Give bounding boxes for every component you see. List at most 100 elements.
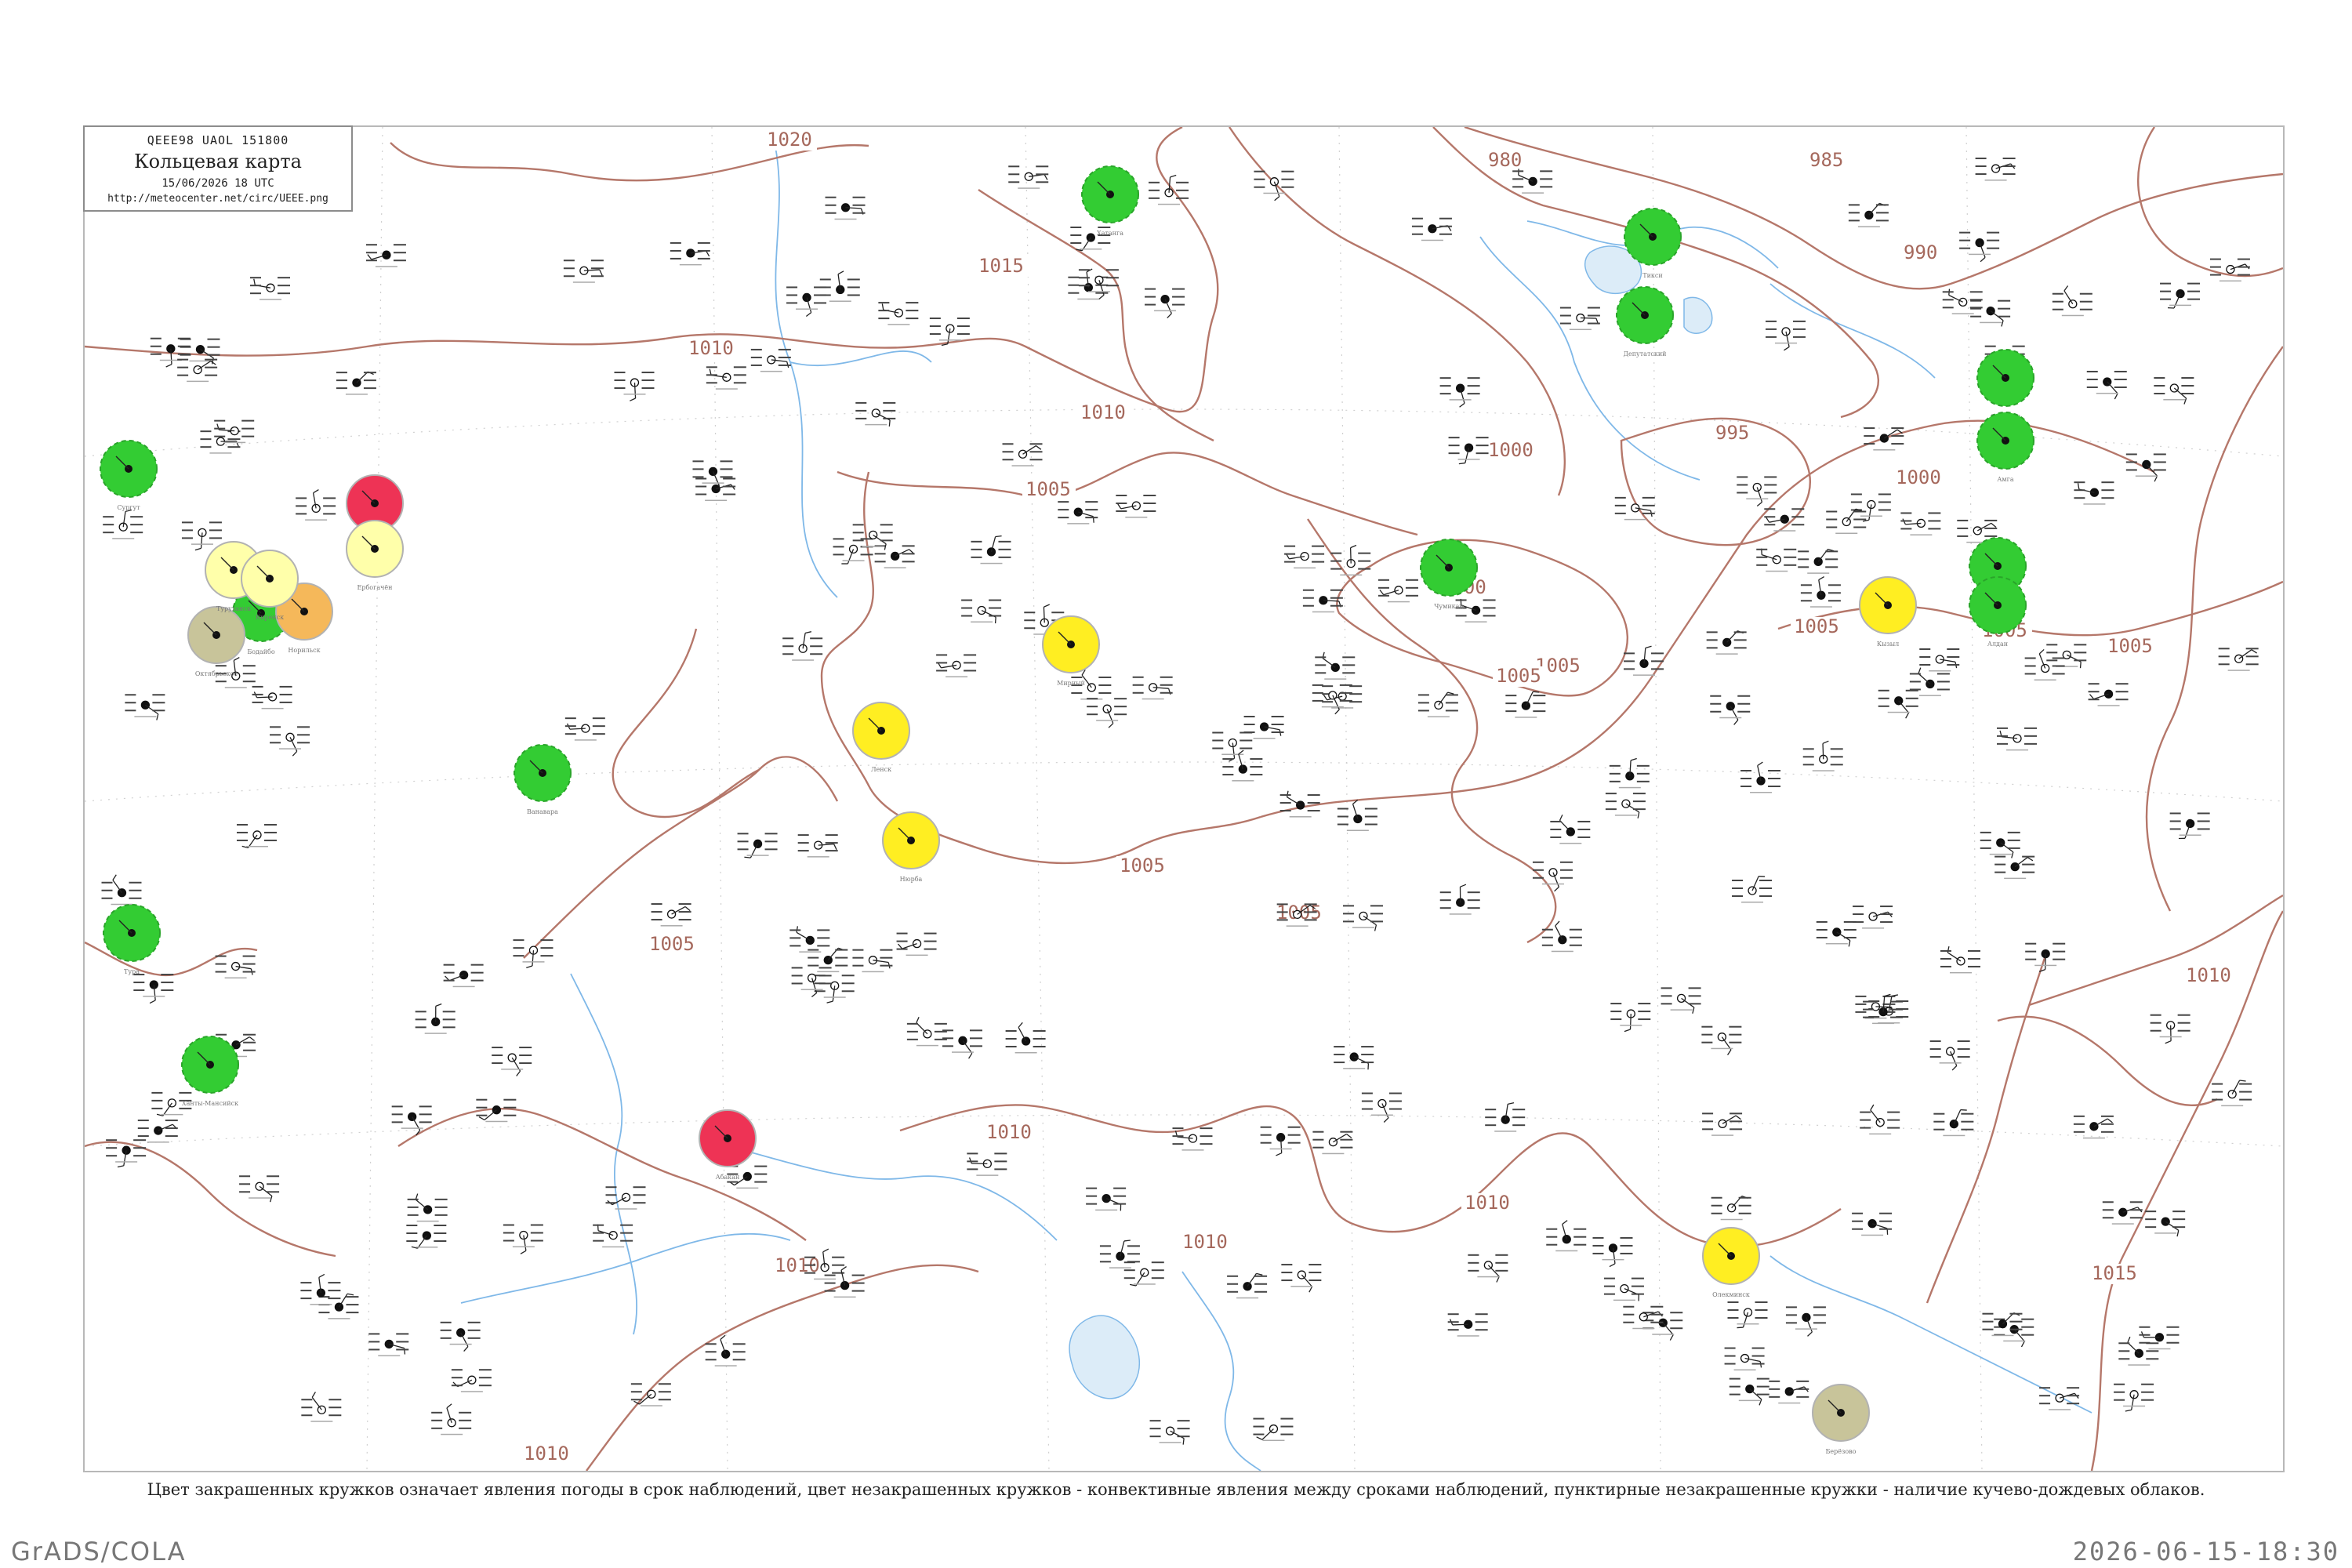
station-name: Киренск xyxy=(256,614,284,621)
station-plot xyxy=(1008,165,1049,189)
station-plot xyxy=(1710,695,1751,725)
weather-phenomenon-marker[interactable]: Ленск xyxy=(852,702,910,773)
station-plot xyxy=(1994,855,2035,880)
station-plot xyxy=(1909,667,1950,696)
weather-phenomenon-marker[interactable]: Олекминск xyxy=(1702,1227,1760,1298)
station-plot xyxy=(1417,691,1458,717)
station-plot xyxy=(1852,1212,1893,1236)
station-plot xyxy=(2074,481,2114,505)
weather-phenomenon-marker[interactable]: Тура xyxy=(103,904,161,975)
weather-phenomenon-marker[interactable]: Оймякон xyxy=(1976,349,2034,420)
weather-phenomenon-marker[interactable]: Нюрба xyxy=(882,811,940,883)
station-plot xyxy=(513,939,554,968)
weather-phenomenon-marker[interactable]: Ханты-Мансийск xyxy=(181,1036,239,1107)
station-plot xyxy=(1315,652,1356,680)
isobar-label: 1000 xyxy=(1896,466,1941,488)
station-plot xyxy=(1342,905,1383,931)
weather-phenomenon-marker[interactable]: Октябрьское xyxy=(187,606,245,677)
station-plot xyxy=(1732,876,1773,903)
station-name: Кызыл xyxy=(1877,641,1899,648)
station-plot xyxy=(301,1392,342,1422)
station-plot xyxy=(250,277,291,300)
station-plot xyxy=(1853,906,1893,929)
station-plot xyxy=(651,903,691,927)
station-plot xyxy=(125,694,165,720)
station-plot xyxy=(2209,258,2250,282)
station-plot xyxy=(239,1175,280,1203)
station-plot xyxy=(1505,691,1546,718)
station-plot xyxy=(1729,1377,1769,1406)
station-plot xyxy=(1550,814,1591,844)
station-plot xyxy=(365,244,406,267)
isobar-label: 1010 xyxy=(2186,964,2231,986)
station-plot xyxy=(2212,1080,2252,1107)
isobar-label: 1005 xyxy=(1120,855,1165,877)
station-plot xyxy=(1337,799,1377,832)
weather-phenomenon-marker[interactable]: Берёзово xyxy=(1812,1384,1870,1455)
station-plot xyxy=(1701,1025,1742,1056)
weather-phenomenon-marker[interactable]: Кызыл xyxy=(1859,576,1917,648)
station-plot xyxy=(2024,648,2065,681)
station-plot xyxy=(737,833,778,858)
station-plot xyxy=(1706,630,1747,655)
station-plot xyxy=(1485,1102,1526,1132)
station-plot xyxy=(1312,1131,1353,1155)
weather-phenomenon-marker[interactable]: Ербогачён xyxy=(346,520,404,591)
station-plot xyxy=(1970,299,2011,327)
station-plot xyxy=(1737,476,1777,507)
station-plot xyxy=(296,488,336,521)
station-plot xyxy=(2114,1383,2154,1412)
map-canvas: 1020 1015 1010 1010 1005 1005 1005 1005 1005 1005… xyxy=(85,127,2283,1471)
station-plot xyxy=(906,1017,947,1047)
source-url[interactable]: http://meteocenter.net/circ/UEEE.png xyxy=(85,193,351,205)
station-plot xyxy=(1850,493,1891,522)
station-plot xyxy=(318,1293,359,1319)
station-plot xyxy=(1740,761,1781,793)
station-plot xyxy=(1149,1420,1190,1445)
station-plot xyxy=(2139,1326,2180,1350)
weather-phenomenon-marker[interactable]: Сургут xyxy=(100,440,158,511)
isobar-label: 1005 xyxy=(649,933,695,955)
station-plot xyxy=(1975,158,2016,181)
weather-phenomenon-marker[interactable]: Абакан xyxy=(699,1109,757,1181)
station-plot xyxy=(971,535,1011,564)
station-plot xyxy=(1711,1196,1751,1221)
weather-phenomenon-marker[interactable]: Мирный xyxy=(1042,615,1100,687)
station-plot xyxy=(1281,1264,1322,1293)
station-plot xyxy=(137,1120,178,1143)
weather-phenomenon-marker[interactable]: Ванавара xyxy=(514,744,572,815)
isobar-label: 1000 xyxy=(1488,439,1534,461)
station-plot xyxy=(252,685,292,710)
station-plot xyxy=(855,401,896,426)
map-caption: Цвет закрашенных кружков означает явлени… xyxy=(147,1480,2205,1499)
station-plot xyxy=(2046,644,2087,669)
station-plot xyxy=(443,964,484,988)
weather-phenomenon-marker[interactable]: Депутатский xyxy=(1616,286,1674,358)
station-plot xyxy=(177,358,218,383)
station-plot xyxy=(1929,1040,1970,1071)
weather-phenomenon-marker[interactable]: Чумикан xyxy=(1420,539,1478,610)
software-credit: GrADS/COLA xyxy=(11,1537,187,1566)
station-plot xyxy=(503,1224,543,1254)
station-plot xyxy=(1592,1236,1633,1268)
station-plot xyxy=(236,823,277,848)
station-name: Туруханск xyxy=(216,605,251,612)
station-plot xyxy=(1447,1313,1488,1337)
station-name: Алдан xyxy=(1987,641,2008,648)
station-plot xyxy=(1702,1112,1743,1136)
isobars xyxy=(85,127,2283,1471)
station-plot xyxy=(1312,684,1352,715)
station-name: Бодайбо xyxy=(247,648,275,655)
station-plot xyxy=(407,1193,448,1222)
weather-phenomenon-marker[interactable]: Амга xyxy=(1976,412,2034,483)
isobar-label: 985 xyxy=(1809,149,1843,171)
weather-phenomenon-marker[interactable]: Хатанга xyxy=(1081,165,1139,237)
station-plot xyxy=(1058,501,1098,524)
station-name: Нюрба xyxy=(900,876,923,883)
station-plot xyxy=(1769,1380,1809,1404)
station-plot xyxy=(1243,716,1284,739)
station-plot xyxy=(1800,575,1841,608)
isobar-label: 1005 xyxy=(2107,635,2153,657)
station-plot xyxy=(936,654,977,677)
station-plot xyxy=(814,975,855,1004)
